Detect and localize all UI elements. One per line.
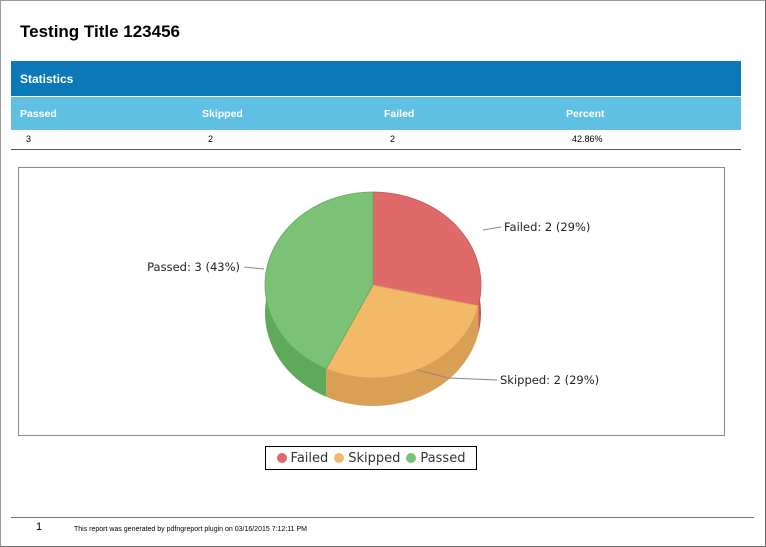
page-number: 1 [36,521,43,533]
legend-marker-failed [276,453,287,463]
pie-label-skipped: Skipped: 2 (29%) [500,373,599,387]
legend-label-passed: Passed [420,450,466,466]
column-header-percent: Percent [566,108,605,120]
legend-item-skipped[interactable]: Skipped [334,451,400,466]
statistics-header: Statistics [11,61,741,96]
cell-percent: 42.86% [572,134,603,144]
pie-chart-container: Failed: 2 (29%) Skipped: 2 (29%) Passed: 3… [18,167,725,436]
legend-item-failed[interactable]: Failed [276,450,329,466]
cell-failed: 2 [390,134,396,144]
legend-label-failed: Failed [290,450,329,466]
pie-chart: Failed: 2 (29%) Skipped: 2 (29%) Passed: 3… [147,191,599,406]
footer-text: This report was generated by pdfngreport… [74,526,307,533]
table-row: 3 2 2 42.86% [11,130,741,150]
legend-item-passed[interactable]: Passed [406,451,465,466]
pie-label-passed: Passed: 3 (43%) [147,260,240,274]
column-header-skipped: Skipped [202,108,243,120]
legend-marker-skipped [334,453,345,463]
cell-skipped: 2 [208,134,214,144]
legend-marker-passed [406,453,417,463]
statistics-column-headers: Passed Skipped Failed Percent [11,97,741,130]
pie-leader-passed [243,266,265,270]
footer-divider [11,517,754,518]
pie-leader-failed [482,226,502,231]
column-header-passed: Passed [20,108,57,120]
chart-legend: Failed Skipped Passed [265,446,477,470]
legend-label-skipped: Skipped [348,450,401,466]
report-title: Testing Title 123456 [20,22,180,41]
cell-passed: 3 [26,134,32,144]
statistics-header-label: Statistics [20,72,74,86]
column-header-failed: Failed [384,108,415,120]
pie-label-failed: Failed: 2 (29%) [504,220,590,234]
